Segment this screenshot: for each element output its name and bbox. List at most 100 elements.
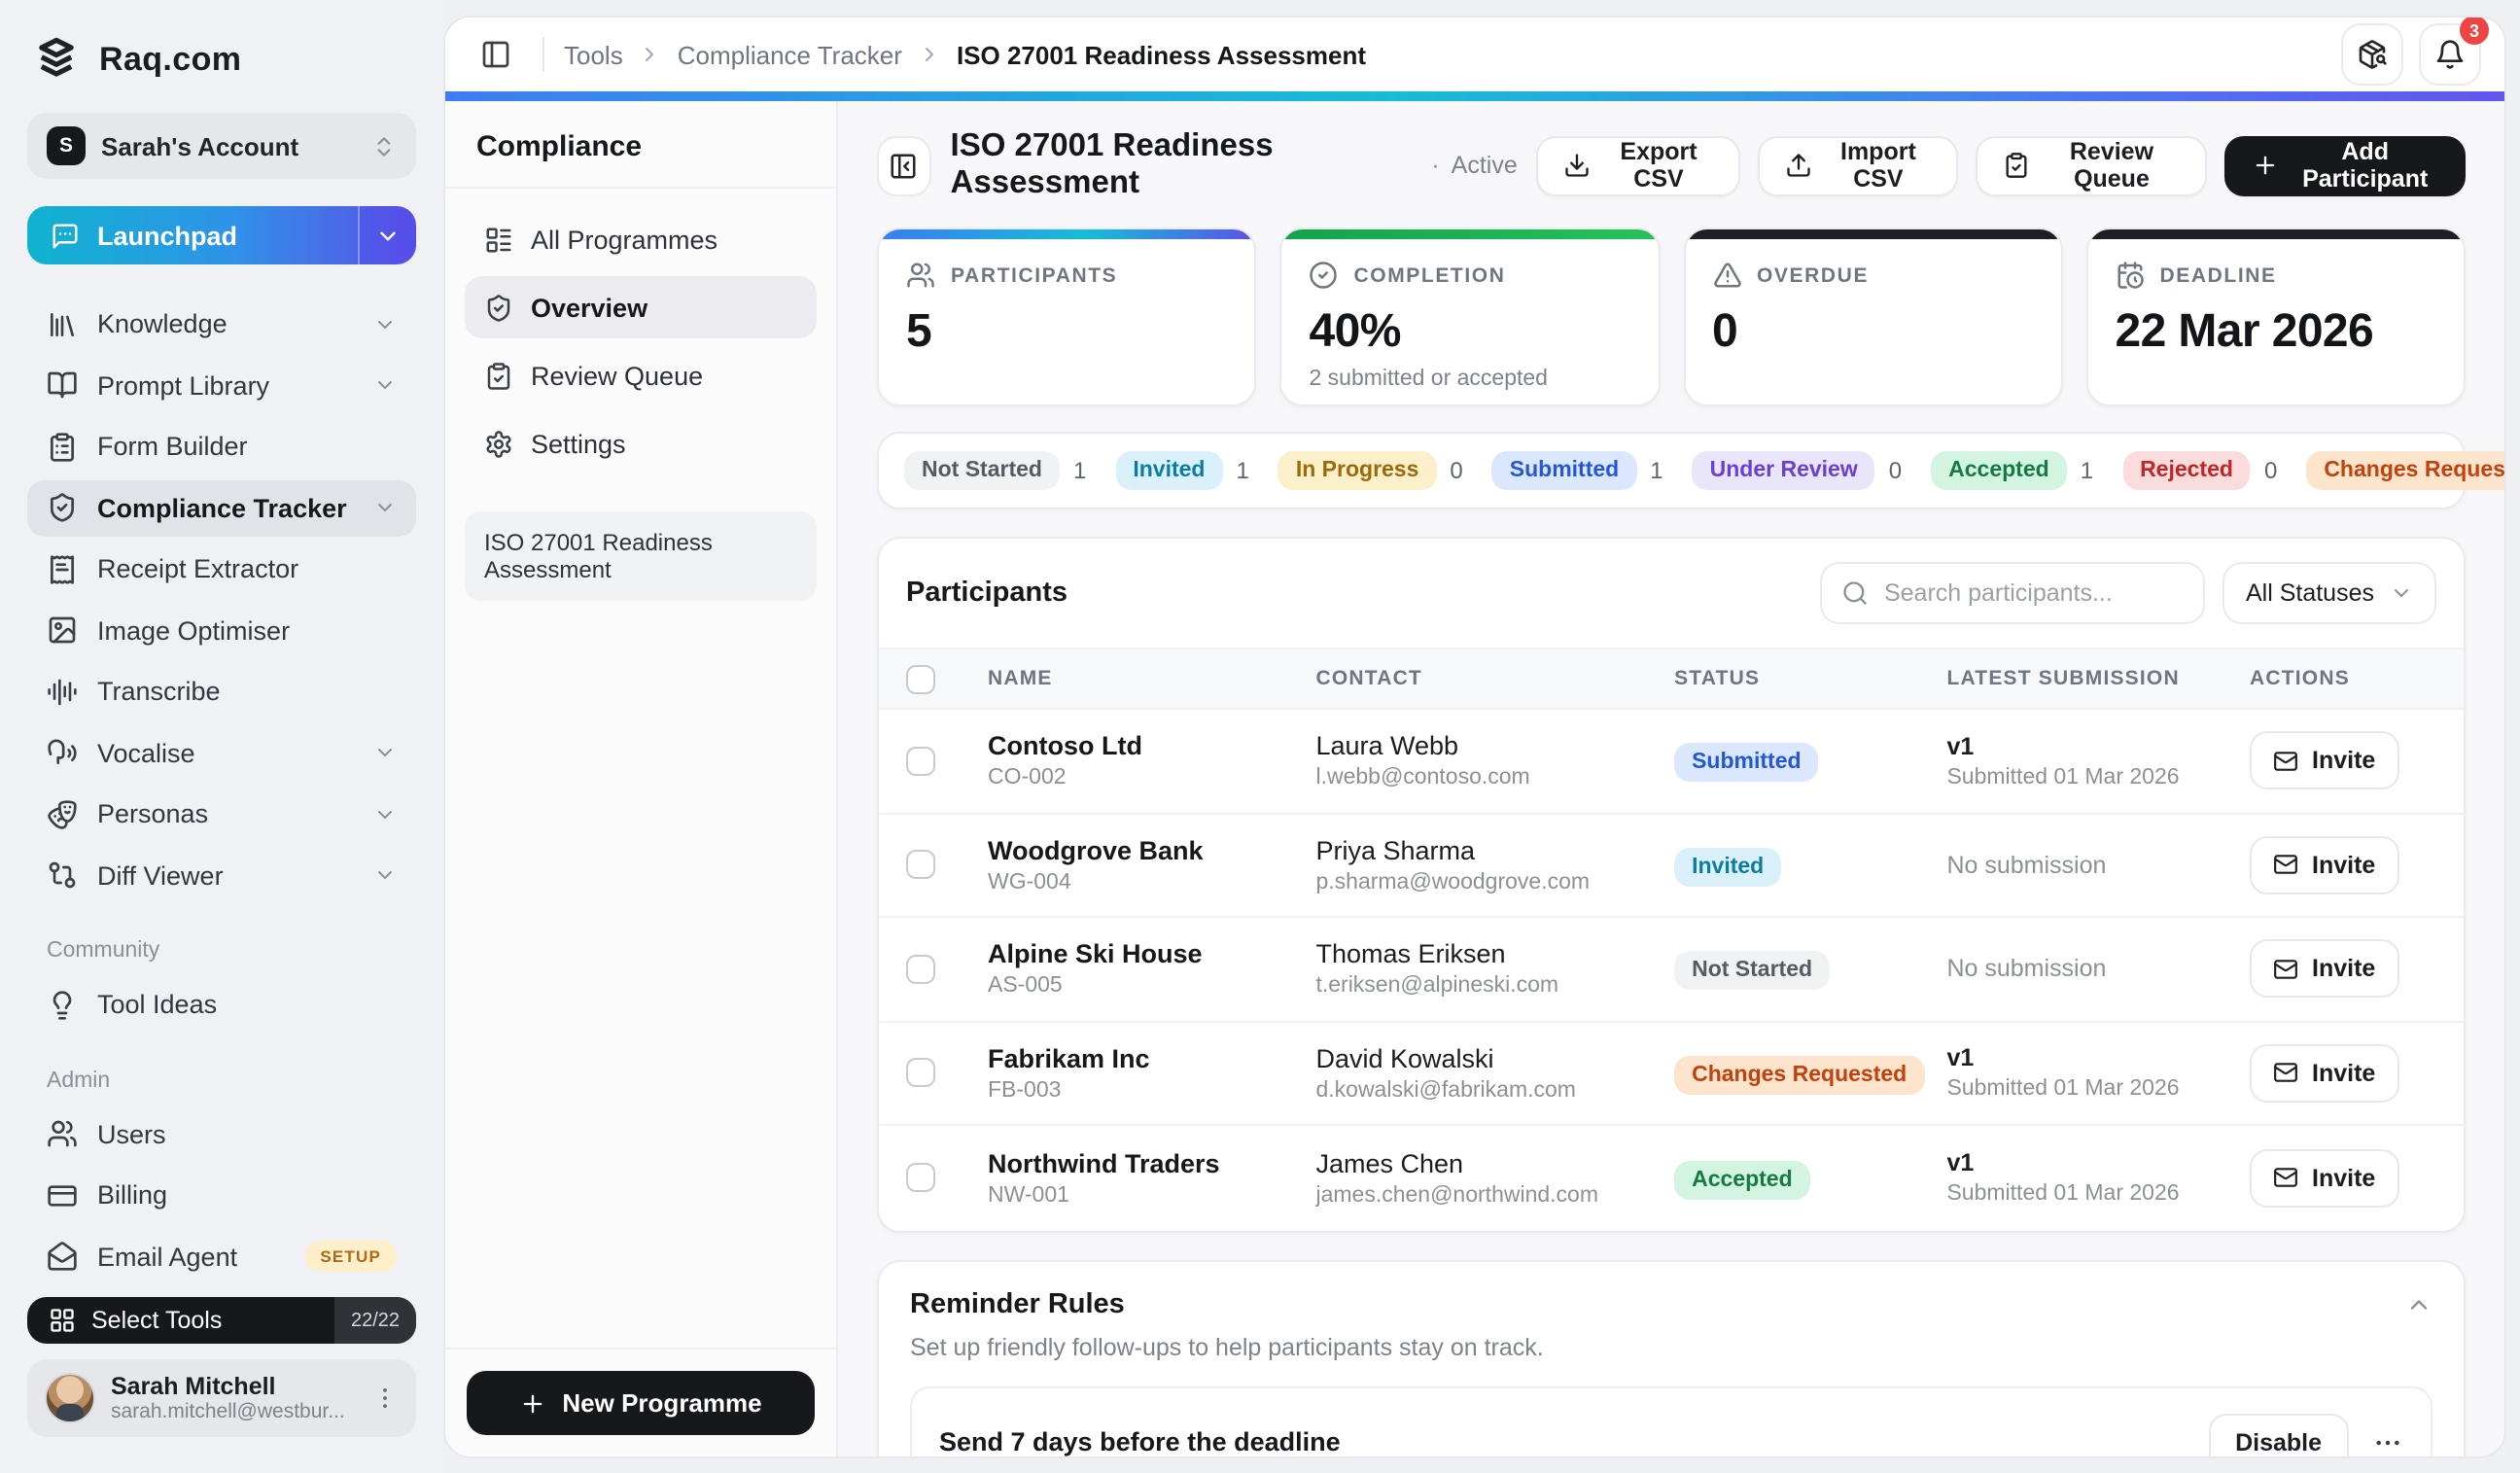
import-csv-button[interactable]: Import CSV [1757,135,1958,195]
sidebar-item-vocalise[interactable]: Vocalise [27,724,416,781]
status-summary-bar: Not Started1 Invited1 In Progress0 Submi… [877,432,2466,509]
sidebar-item-diff-viewer[interactable]: Diff Viewer [27,847,416,903]
card-accent [1685,229,2061,239]
invite-label: Invite [2312,956,2375,983]
launchpad-button[interactable]: Launchpad [27,206,416,264]
chevron-down-icon [373,373,397,397]
sidebar-item-knowledge[interactable]: Knowledge [27,296,416,352]
sidebar-item-prompt-library[interactable]: Prompt Library [27,357,416,413]
ellipsis-vertical-icon[interactable] [371,1385,399,1412]
submission-date: Submitted 01 Mar 2026 [1946,1078,2250,1102]
table-row: Alpine Ski HouseAS-005 Thomas Eriksent.e… [879,918,2464,1022]
sidebar-item-label: Transcribe [97,677,397,706]
status-summary-item[interactable]: Changes Requested1 [2306,451,2504,490]
stat-card-deadline: DEADLINE 22 Mar 2026 [2086,228,2467,406]
add-participant-button[interactable]: Add Participant [2223,135,2466,195]
export-csv-button[interactable]: Export CSV [1537,135,1740,195]
message-dots-icon [51,221,80,250]
status-summary-item[interactable]: Accepted1 [1931,451,2093,490]
invite-label: Invite [2312,1165,2375,1192]
invite-button[interactable]: Invite [2250,940,2398,999]
new-programme-button[interactable]: New Programme [467,1371,815,1435]
status-filter-select[interactable]: All Statuses [2222,562,2436,624]
ellipsis-icon[interactable] [2372,1426,2403,1456]
panel-item-settings[interactable]: Settings [465,412,817,474]
layout-list-icon [484,225,513,254]
invite-button[interactable]: Invite [2250,1044,2398,1103]
breadcrumb-tools[interactable]: Tools [564,40,623,69]
gear-icon [484,429,513,458]
breadcrumb-compliance-tracker[interactable]: Compliance Tracker [678,40,902,69]
notification-badge: 3 [2460,16,2489,45]
search-box[interactable] [1820,562,2205,624]
main-content: ISO 27001 Readiness Assessment · Active … [838,101,2504,1456]
sidebar-item-personas[interactable]: Personas [27,786,416,842]
mail-icon [2273,1061,2298,1086]
status-summary-item[interactable]: Not Started1 [904,451,1086,490]
upload-icon [1784,152,1811,179]
status-count: 0 [1889,457,1902,484]
layout-grid-icon [49,1307,76,1334]
sidebar-item-email-agent[interactable]: Email Agent SETUP [27,1228,416,1284]
panel-item-overview[interactable]: Overview [465,276,817,338]
disable-button[interactable]: Disable [2208,1413,2349,1456]
select-tools-button[interactable]: Select Tools 22/22 [27,1297,416,1344]
panel-item-label: All Programmes [531,225,718,254]
sidebar-item-users[interactable]: Users [27,1105,416,1162]
page-title: ISO 27001 Readiness Assessment [951,128,1413,202]
submission-date: No submission [1946,852,2250,879]
programme-item[interactable]: ISO 27001 Readiness Assessment [465,511,817,601]
sidebar-item-image-optimiser[interactable]: Image Optimiser [27,602,416,658]
row-checkbox[interactable] [906,955,935,984]
contact-email: james.chen@northwind.com [1315,1184,1674,1208]
row-checkbox[interactable] [906,747,935,776]
search-input[interactable] [1884,579,2184,607]
status-summary-item[interactable]: In Progress0 [1278,451,1463,490]
sidebar-item-label: Vocalise [97,738,354,767]
participants-title: Participants [906,578,1068,609]
submission-version: v1 [1946,1150,2250,1177]
sidebar-item-form-builder[interactable]: Form Builder [27,418,416,474]
credit-card-icon [47,1179,78,1210]
panel-item-all-programmes[interactable]: All Programmes [465,208,817,270]
status-summary-item[interactable]: Under Review0 [1693,451,1903,490]
status-pill: Invited [1115,451,1222,490]
invite-button[interactable]: Invite [2250,732,2398,790]
notifications-button[interactable]: 3 [2419,23,2481,86]
sidebar-item-label: Diff Viewer [97,860,354,890]
row-checkbox[interactable] [906,1164,935,1193]
launchpad-main[interactable]: Launchpad [27,206,358,264]
status-filter-value: All Statuses [2246,579,2374,607]
chevron-down-icon [373,741,397,764]
select-tools-main[interactable]: Select Tools [27,1297,334,1344]
clipboard-check-icon [2004,152,2031,179]
sidebar-item-tool-ideas[interactable]: Tool Ideas [27,976,416,1033]
panel-item-review-queue[interactable]: Review Queue [465,344,817,406]
chevron-up-icon[interactable] [2405,1290,2432,1317]
row-checkbox[interactable] [906,1059,935,1088]
section-community: Community [27,939,416,963]
status-summary-item[interactable]: Rejected0 [2122,451,2277,490]
sidebar-item-transcribe[interactable]: Transcribe [27,663,416,719]
participant-name: Fabrikam Inc [988,1044,1315,1073]
invite-button[interactable]: Invite [2250,836,2398,894]
status-summary-item[interactable]: Submitted1 [1492,451,1663,490]
account-switcher[interactable]: S Sarah's Account [27,113,416,179]
status-badge: Accepted [1674,1161,1810,1200]
launchpad-dropdown[interactable] [358,206,416,264]
page-status: · Active [1431,152,1517,179]
row-checkbox[interactable] [906,851,935,880]
account-avatar: S [47,126,86,165]
sidebar-toggle-button[interactable] [469,27,523,82]
invite-button[interactable]: Invite [2250,1149,2398,1208]
package-search-button[interactable] [2341,23,2403,86]
download-icon [1564,152,1592,179]
sidebar-item-compliance-tracker[interactable]: Compliance Tracker [27,479,416,536]
select-all-checkbox[interactable] [906,664,935,693]
status-summary-item[interactable]: Invited1 [1115,451,1249,490]
review-queue-button[interactable]: Review Queue [1977,135,2207,195]
sidebar-item-billing[interactable]: Billing [27,1167,416,1223]
collapse-panel-button[interactable] [877,135,931,195]
sidebar-item-receipt-extractor[interactable]: Receipt Extractor [27,541,416,597]
user-menu[interactable]: Sarah Mitchell sarah.mitchell@westbur... [27,1359,416,1437]
